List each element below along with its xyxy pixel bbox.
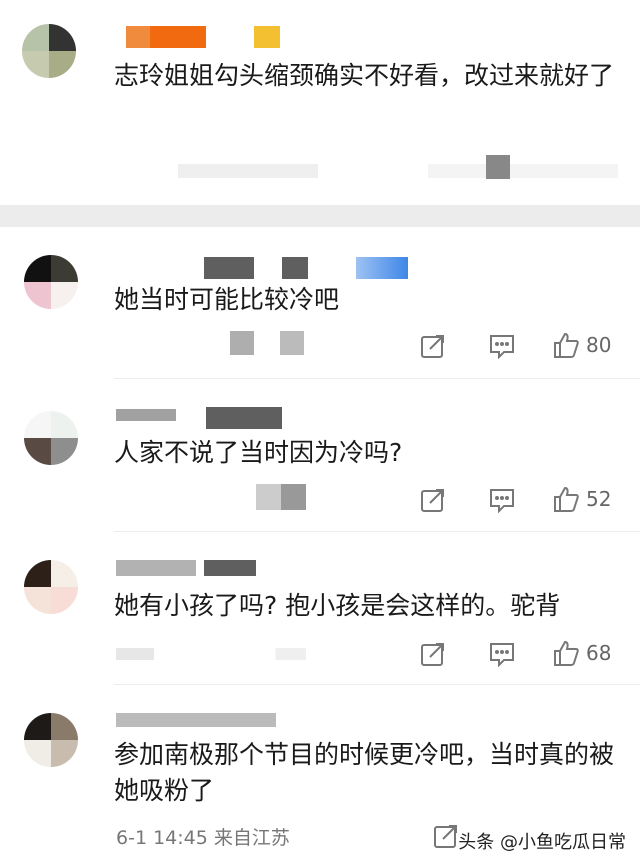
comment-item: 她当时可能比较冷吧 80: [0, 227, 640, 377]
meta-blurred: [280, 331, 304, 355]
like-button[interactable]: 52: [552, 485, 611, 513]
like-button[interactable]: 80: [552, 331, 611, 359]
share-icon: [421, 489, 444, 512]
comment-meta: 6-1 14:45 来自江苏: [116, 827, 290, 849]
like-button[interactable]: 68: [552, 639, 611, 667]
share-button[interactable]: [420, 333, 446, 359]
avatar[interactable]: [24, 560, 78, 614]
avatar[interactable]: [22, 24, 76, 78]
avatar[interactable]: [24, 713, 78, 767]
like-icon: [554, 486, 579, 512]
reply-button[interactable]: [488, 641, 516, 667]
like-count: 80: [586, 333, 612, 357]
comment-item: 人家不说了当时因为冷吗? 52: [0, 379, 640, 531]
username-blurred: [282, 257, 308, 279]
username-blurred: [204, 560, 256, 576]
comment-item: 她有小孩了吗? 抱小孩是会这样的。驼背 68: [0, 532, 640, 684]
comment-icon: [490, 335, 514, 359]
comment-text: 她有小孩了吗? 抱小孩是会这样的。驼背: [114, 591, 561, 620]
comment-item: 志玲姐姐勾头缩颈确实不好看，改过来就好了: [0, 0, 640, 205]
comment-meta-blurred: [118, 164, 618, 178]
username-blurred: [206, 407, 282, 429]
reply-button[interactable]: [488, 487, 516, 513]
username-blurred[interactable]: [116, 409, 176, 421]
like-count: 68: [586, 641, 612, 665]
share-button[interactable]: [420, 487, 446, 513]
username-blurred[interactable]: [116, 560, 196, 576]
avatar[interactable]: [24, 411, 78, 465]
username-blurred[interactable]: [116, 713, 276, 727]
badge-blurred: [356, 257, 408, 279]
username-blurred[interactable]: [126, 26, 206, 48]
like-icon: [554, 640, 579, 666]
like-icon: [554, 332, 579, 358]
share-icon: [434, 825, 457, 848]
share-icon: [421, 335, 444, 358]
meta-blurred: [230, 331, 254, 355]
like-count: 52: [586, 487, 612, 511]
comment-icon: [490, 489, 514, 513]
share-icon: [421, 643, 444, 666]
share-icon-blurred[interactable]: [486, 155, 510, 179]
watermark: 头条 @小鱼吃瓜日常: [458, 832, 626, 853]
share-button[interactable]: [420, 641, 446, 667]
share-button[interactable]: [433, 823, 459, 849]
comment-text: 人家不说了当时因为冷吗?: [114, 438, 403, 467]
badge-blurred: [254, 26, 280, 48]
comment-text: 她当时可能比较冷吧: [114, 285, 340, 314]
reply-button[interactable]: [488, 333, 516, 359]
comment-text: 志玲姐姐勾头缩颈确实不好看，改过来就好了: [114, 61, 615, 90]
username-blurred[interactable]: [204, 257, 254, 279]
comment-text: 参加南极那个节目的时候更冷吧，当时真的被她吸粉了: [114, 740, 615, 805]
meta-blurred: [256, 484, 306, 510]
meta-blurred: [116, 648, 306, 660]
section-divider: [0, 205, 640, 227]
comment-icon: [490, 643, 514, 667]
avatar[interactable]: [24, 255, 78, 309]
